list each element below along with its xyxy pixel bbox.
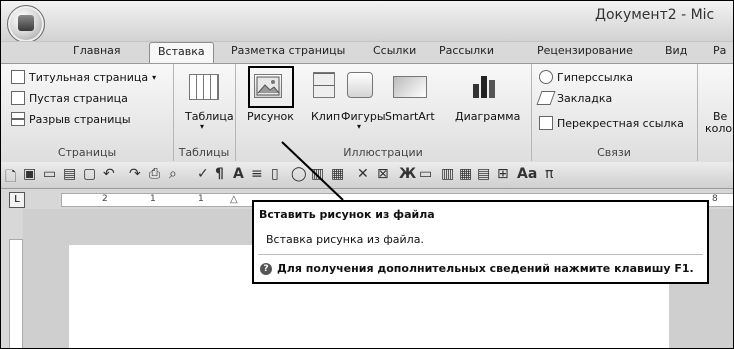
- callout-connector: [281, 141, 344, 201]
- tooltip-description: Вставка рисунка из файла.: [266, 233, 424, 246]
- tooltip-title: Вставить рисунок из файла: [259, 208, 435, 221]
- tooltip-help-text: Для получения дополнительных сведений на…: [277, 262, 694, 275]
- tooltip-divider: [258, 254, 703, 255]
- tooltip: Вставить рисунок из файла Вставка рисунк…: [252, 200, 709, 284]
- help-icon: ?: [260, 262, 272, 275]
- word-window: Документ2 - Mic Главная Вставка Разметка…: [0, 0, 734, 349]
- tooltip-help-row: ? Для получения дополнительных сведений …: [260, 262, 694, 275]
